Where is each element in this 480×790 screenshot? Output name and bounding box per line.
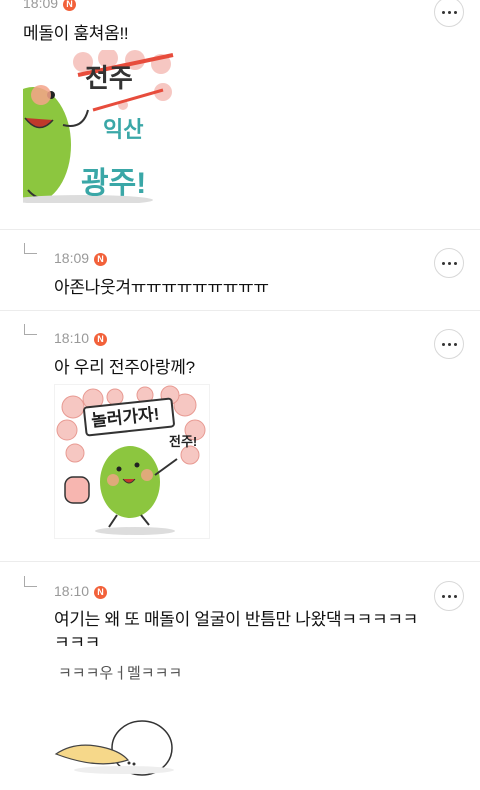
more-dot-icon xyxy=(441,594,445,598)
new-badge: N xyxy=(94,253,108,266)
reply-arrow-icon xyxy=(24,324,37,335)
more-dot-icon xyxy=(441,10,445,14)
more-dot-icon xyxy=(453,342,457,346)
comment-time: 18:10 N xyxy=(54,583,108,599)
new-badge: N xyxy=(63,0,77,11)
comment-text: 아 우리 전주아랑께? xyxy=(54,358,195,377)
more-options-button[interactable] xyxy=(434,329,464,359)
sticker-text: 익산 xyxy=(103,117,144,142)
more-dot-icon xyxy=(441,342,445,346)
reply-arrow-icon xyxy=(24,576,37,587)
sticker-image[interactable]: 전주 익산 광주! xyxy=(23,50,178,203)
more-dot-icon xyxy=(441,261,445,265)
comment-time: 18:09 N xyxy=(54,250,108,266)
comment-text-continued: ㅋㅋㅋ xyxy=(54,633,101,652)
sticker-text: ㅋㅋㅋ우ㅓ멜ㅋㅋㅋ xyxy=(58,664,183,682)
comment-time: 18:09 N xyxy=(23,0,77,11)
sticker-image[interactable]: 놀러가자! 전주! xyxy=(54,384,210,539)
more-dot-icon xyxy=(453,594,457,598)
comment-text: 여기는 왜 또 매돌이 얼굴이 반틈만 나왔댁ㅋㅋㅋㅋㅋ xyxy=(54,610,419,629)
more-dot-icon xyxy=(453,10,457,14)
comment-text: 아존나웃겨ㅠㅠㅠㅠㅠㅠㅠㅠㅠ xyxy=(54,278,269,297)
sticker-image[interactable]: ㅋㅋㅋ우ㅓ멜ㅋㅋㅋ xyxy=(54,660,204,785)
sticker-text: 광주! xyxy=(81,167,147,200)
more-dot-icon xyxy=(447,10,451,14)
more-dot-icon xyxy=(447,261,451,265)
sticker-text: 전주 xyxy=(85,63,133,93)
divider xyxy=(0,310,480,311)
reply-arrow-icon xyxy=(24,243,37,254)
comment-text: 메돌이 훔쳐옴!! xyxy=(23,24,129,43)
new-badge: N xyxy=(94,333,108,346)
more-options-button[interactable] xyxy=(434,0,464,27)
more-options-button[interactable] xyxy=(434,581,464,611)
comment-time: 18:10 N xyxy=(54,330,108,346)
more-dot-icon xyxy=(453,261,457,265)
divider xyxy=(0,561,480,562)
new-badge: N xyxy=(94,586,108,599)
more-dot-icon xyxy=(447,594,451,598)
divider xyxy=(0,229,480,230)
more-options-button[interactable] xyxy=(434,248,464,278)
sticker-text: 전주! xyxy=(169,434,198,449)
more-dot-icon xyxy=(447,342,451,346)
